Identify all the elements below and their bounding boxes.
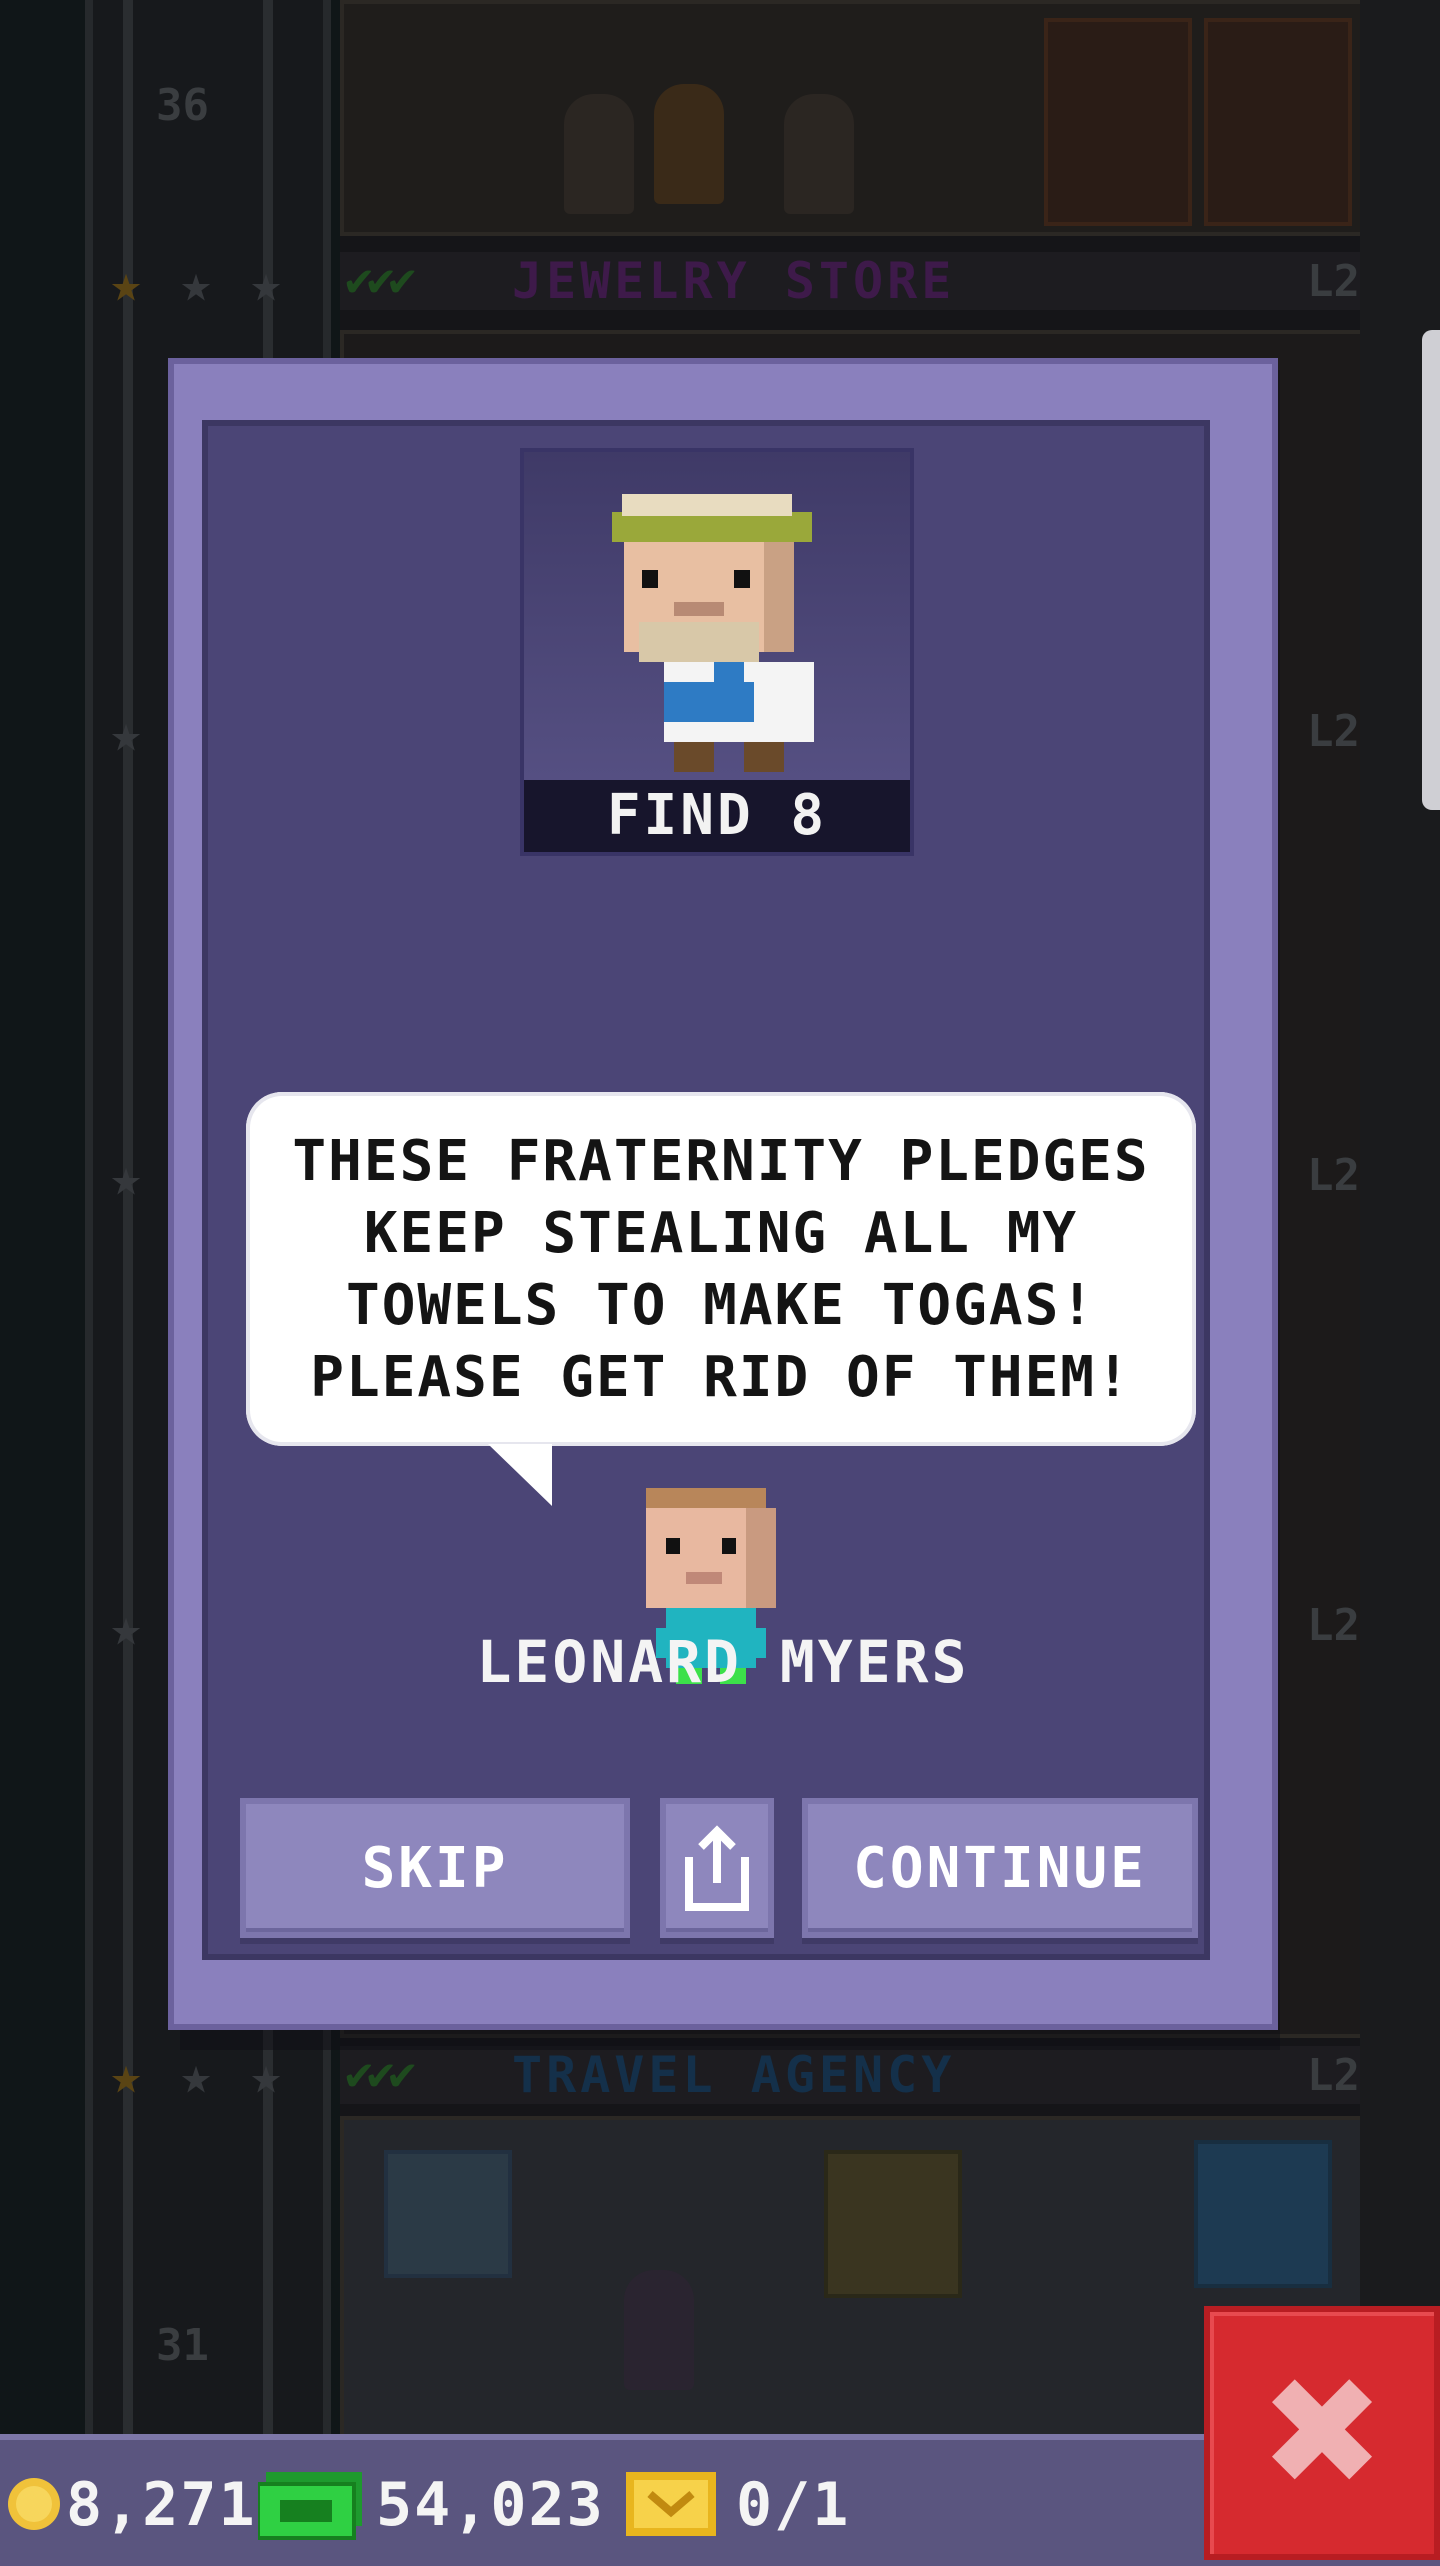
floor-level: L2 xyxy=(1307,706,1360,757)
toga-pledge-sprite xyxy=(612,494,814,772)
wall-poster xyxy=(384,2150,512,2278)
bux-count: 54,023 xyxy=(376,2470,605,2540)
floor-room[interactable] xyxy=(340,0,1368,236)
coin-icon xyxy=(8,2478,60,2530)
floor-level: L2 xyxy=(1307,256,1360,307)
star-icon: ★ xyxy=(180,254,212,314)
star-icon: ★ xyxy=(110,1148,142,1208)
star-icon: ★ xyxy=(180,2046,212,2106)
star-icon: ★ xyxy=(110,2046,142,2106)
ticket-count: 0/1 xyxy=(736,2470,851,2540)
wall-poster xyxy=(1194,2140,1332,2288)
star-icon: ★ xyxy=(110,704,142,764)
wall-poster xyxy=(824,2150,962,2298)
bux-icon xyxy=(258,2472,362,2540)
check-icons: ✔✔✔ xyxy=(345,2046,416,2100)
quest-dialog: FIND 8 THESE FRATERNITY PLEDGES KEEP STE… xyxy=(168,358,1278,2030)
bitizen-figure xyxy=(654,84,724,204)
share-icon xyxy=(685,1825,749,1911)
speech-bubble-tail xyxy=(488,1444,552,1506)
floor-level: L2 xyxy=(1307,1150,1360,1201)
bitizen-figure xyxy=(784,94,854,214)
bitizen-figure xyxy=(564,94,634,214)
find-count-label: FIND 8 xyxy=(524,780,910,852)
star-icon: ★ xyxy=(110,254,142,314)
continue-button[interactable]: CONTINUE xyxy=(802,1798,1198,1938)
close-icon: ✖ xyxy=(1259,2346,1385,2520)
quest-message: THESE FRATERNITY PLEDGES KEEP STEALING A… xyxy=(246,1126,1196,1414)
close-button[interactable]: ✖ xyxy=(1204,2306,1440,2560)
quest-giver-name: LEONARD MYERS xyxy=(476,1628,970,1696)
star-icon: ★ xyxy=(250,2046,282,2106)
speech-bubble: THESE FRATERNITY PLEDGES KEEP STEALING A… xyxy=(246,1092,1196,1446)
quest-message-line: KEEP STEALING ALL MY xyxy=(363,1201,1079,1266)
target-portrait: FIND 8 xyxy=(520,448,914,856)
display-shelf xyxy=(1204,18,1352,226)
coin-count: 8,271 xyxy=(66,2470,257,2540)
floor-level: L2 xyxy=(1307,2050,1360,2101)
display-shelf xyxy=(1044,18,1192,226)
bitizen-figure xyxy=(624,2270,694,2390)
floor-level: L2 xyxy=(1307,1600,1360,1651)
quest-message-line: PLEASE GET RID OF THEM! xyxy=(310,1345,1132,1410)
star-icon: ★ xyxy=(250,254,282,314)
scroll-handle[interactable] xyxy=(1422,330,1440,810)
check-icons: ✔✔✔ xyxy=(345,252,416,306)
floor-title: JEWELRY STORE xyxy=(512,252,956,310)
quest-message-line: THESE FRATERNITY PLEDGES xyxy=(292,1129,1150,1194)
quest-message-line: TOWELS TO MAKE TOGAS! xyxy=(345,1273,1096,1338)
ticket-icon xyxy=(626,2472,716,2536)
floor-number: 31 xyxy=(156,2320,209,2371)
floor-number: 36 xyxy=(156,80,209,131)
star-icon: ★ xyxy=(110,1598,142,1658)
share-button[interactable] xyxy=(660,1798,774,1938)
skip-button[interactable]: SKIP xyxy=(240,1798,630,1938)
floor-title: TRAVEL AGENCY xyxy=(512,2046,956,2104)
